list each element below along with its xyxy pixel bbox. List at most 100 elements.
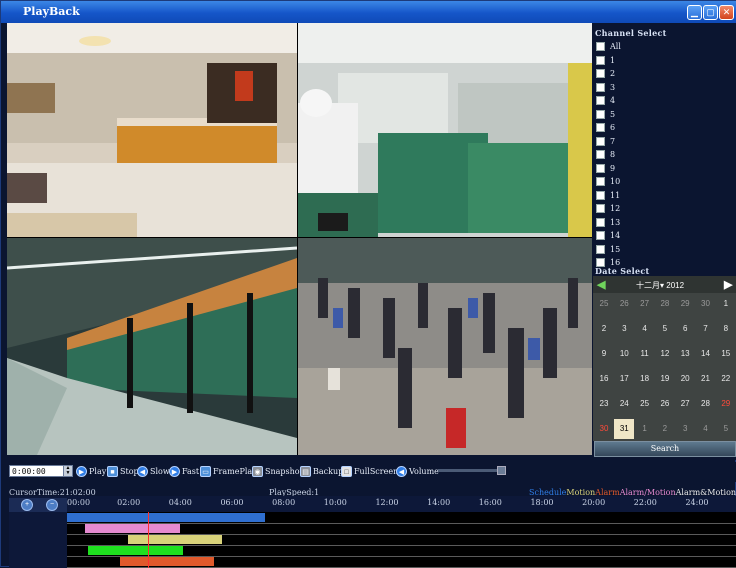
- channel-item-2[interactable]: 2: [596, 67, 615, 80]
- channel-checkbox[interactable]: [596, 177, 605, 186]
- channel-item-12[interactable]: 12: [596, 202, 620, 215]
- calendar-day[interactable]: 13: [675, 344, 695, 364]
- calendar-day[interactable]: 28: [655, 294, 675, 314]
- calendar-day[interactable]: 29: [716, 394, 736, 414]
- channel-checkbox[interactable]: [596, 69, 605, 78]
- channel-checkbox[interactable]: [596, 82, 605, 92]
- timeline-bar-schedule[interactable]: [67, 513, 265, 522]
- volume-slider-knob[interactable]: [497, 466, 506, 475]
- channel-checkbox[interactable]: [596, 42, 605, 51]
- calendar-day[interactable]: 17: [614, 369, 634, 389]
- calendar-day[interactable]: 4: [635, 319, 655, 339]
- slow-button[interactable]: ◀ Slow: [137, 465, 170, 478]
- calendar-day[interactable]: 22: [716, 369, 736, 389]
- month-dropdown-icon[interactable]: ▾: [660, 281, 664, 290]
- calendar-day[interactable]: 14: [696, 344, 716, 364]
- stop-button[interactable]: ■ Stop: [107, 465, 139, 478]
- channel-item-all[interactable]: All: [596, 40, 621, 53]
- calendar-day[interactable]: 28: [696, 394, 716, 414]
- channel-item-14[interactable]: 14: [596, 229, 620, 242]
- calendar-day[interactable]: 7: [696, 319, 716, 339]
- channel-checkbox[interactable]: [596, 217, 605, 227]
- calendar-day[interactable]: 25: [594, 294, 614, 314]
- calendar-day[interactable]: 5: [655, 319, 675, 339]
- calendar-day[interactable]: 1: [635, 419, 655, 439]
- channel-checkbox[interactable]: [596, 136, 605, 146]
- camera-tile-4[interactable]: [298, 238, 592, 455]
- calendar-day[interactable]: 8: [716, 319, 736, 339]
- backup-button[interactable]: ▤ Backup: [300, 465, 343, 478]
- calendar-day[interactable]: 2: [594, 319, 614, 339]
- channel-item-3[interactable]: 3: [596, 81, 615, 94]
- channel-item-15[interactable]: 15: [596, 243, 620, 256]
- calendar-day[interactable]: 30: [696, 294, 716, 314]
- channel-checkbox[interactable]: [596, 109, 605, 119]
- zoom-out-icon[interactable]: −: [46, 499, 58, 511]
- calendar-day[interactable]: 25: [635, 394, 655, 414]
- calendar-day[interactable]: 4: [696, 419, 716, 439]
- channel-item-13[interactable]: 13: [596, 216, 620, 229]
- camera-tile-2[interactable]: [298, 23, 592, 237]
- channel-item-1[interactable]: 1: [596, 54, 615, 67]
- fast-button[interactable]: ▶ Fast: [169, 465, 199, 478]
- calendar-day[interactable]: 31: [614, 419, 635, 439]
- calendar-day[interactable]: 27: [675, 394, 695, 414]
- calendar-day[interactable]: 15: [716, 344, 736, 364]
- timeline-bar-alarm[interactable]: [119, 557, 215, 566]
- channel-checkbox[interactable]: [596, 231, 605, 240]
- channel-item-8[interactable]: 8: [596, 148, 615, 161]
- calendar-day[interactable]: 19: [655, 369, 675, 389]
- channel-checkbox[interactable]: [596, 123, 605, 132]
- calendar-day[interactable]: 12: [655, 344, 675, 364]
- volume-button[interactable]: ◀ Volume: [396, 465, 439, 478]
- calendar-month-year[interactable]: 十二月▾ 2012: [636, 280, 684, 291]
- snapshot-button[interactable]: ◉ Snapshot: [252, 465, 303, 478]
- channel-checkbox[interactable]: [596, 204, 605, 213]
- calendar-day[interactable]: 20: [675, 369, 695, 389]
- calendar-day[interactable]: 2: [655, 419, 675, 439]
- timeline-bar-manual[interactable]: [88, 546, 183, 555]
- channel-item-4[interactable]: 4: [596, 94, 615, 107]
- channel-item-10[interactable]: 10: [596, 175, 620, 188]
- time-spinner[interactable]: ▲ ▼: [63, 465, 73, 477]
- calendar-day[interactable]: 1: [716, 294, 736, 314]
- channel-item-7[interactable]: 7: [596, 135, 615, 148]
- timeline-bar-alarm-motion[interactable]: [85, 524, 181, 533]
- calendar-day[interactable]: 26: [655, 394, 675, 414]
- channel-checkbox[interactable]: [596, 96, 605, 105]
- channel-item-5[interactable]: 5: [596, 108, 615, 121]
- camera-tile-1[interactable]: [7, 23, 297, 237]
- timeline-cursor[interactable]: [148, 512, 149, 568]
- channel-checkbox[interactable]: [596, 150, 605, 159]
- calendar-day[interactable]: 6: [675, 319, 695, 339]
- next-month-icon[interactable]: ▶: [724, 278, 732, 291]
- volume-slider-track[interactable]: [438, 469, 500, 472]
- calendar-day[interactable]: 29: [675, 294, 695, 314]
- calendar-day[interactable]: 26: [614, 294, 634, 314]
- channel-checkbox[interactable]: [596, 55, 605, 65]
- zoom-in-icon[interactable]: +: [21, 499, 33, 511]
- channel-checkbox[interactable]: [596, 190, 605, 200]
- video-grid[interactable]: [7, 23, 592, 455]
- play-button[interactable]: ▶ Play: [76, 465, 106, 478]
- calendar-day[interactable]: 3: [614, 319, 634, 339]
- channel-checkbox[interactable]: [596, 163, 605, 173]
- calendar-day[interactable]: 9: [594, 344, 614, 364]
- calendar-day[interactable]: 10: [614, 344, 634, 364]
- calendar-day[interactable]: 18: [635, 369, 655, 389]
- calendar-day[interactable]: 5: [716, 419, 736, 439]
- timeline-bar-motion[interactable]: [127, 535, 223, 544]
- fullscreen-button[interactable]: □ FullScreen: [341, 465, 398, 478]
- search-button[interactable]: Search: [594, 441, 736, 457]
- calendar-day[interactable]: 11: [635, 344, 655, 364]
- maximize-icon[interactable]: ▢: [703, 5, 718, 20]
- time-field[interactable]: 0:00:00: [9, 465, 65, 477]
- calendar-day[interactable]: 16: [594, 369, 614, 389]
- timeline-tracks[interactable]: [67, 512, 736, 568]
- camera-tile-3[interactable]: [7, 238, 297, 455]
- prev-month-icon[interactable]: ◀: [597, 278, 605, 291]
- calendar-day[interactable]: 3: [675, 419, 695, 439]
- frameplay-button[interactable]: ▭ FramePlay: [200, 465, 257, 478]
- timeline-ruler[interactable]: 00:00 02:00 04:00 06:00 08:00 10:00 12:00 14:00…: [67, 498, 736, 512]
- calendar-day[interactable]: 30: [594, 419, 614, 439]
